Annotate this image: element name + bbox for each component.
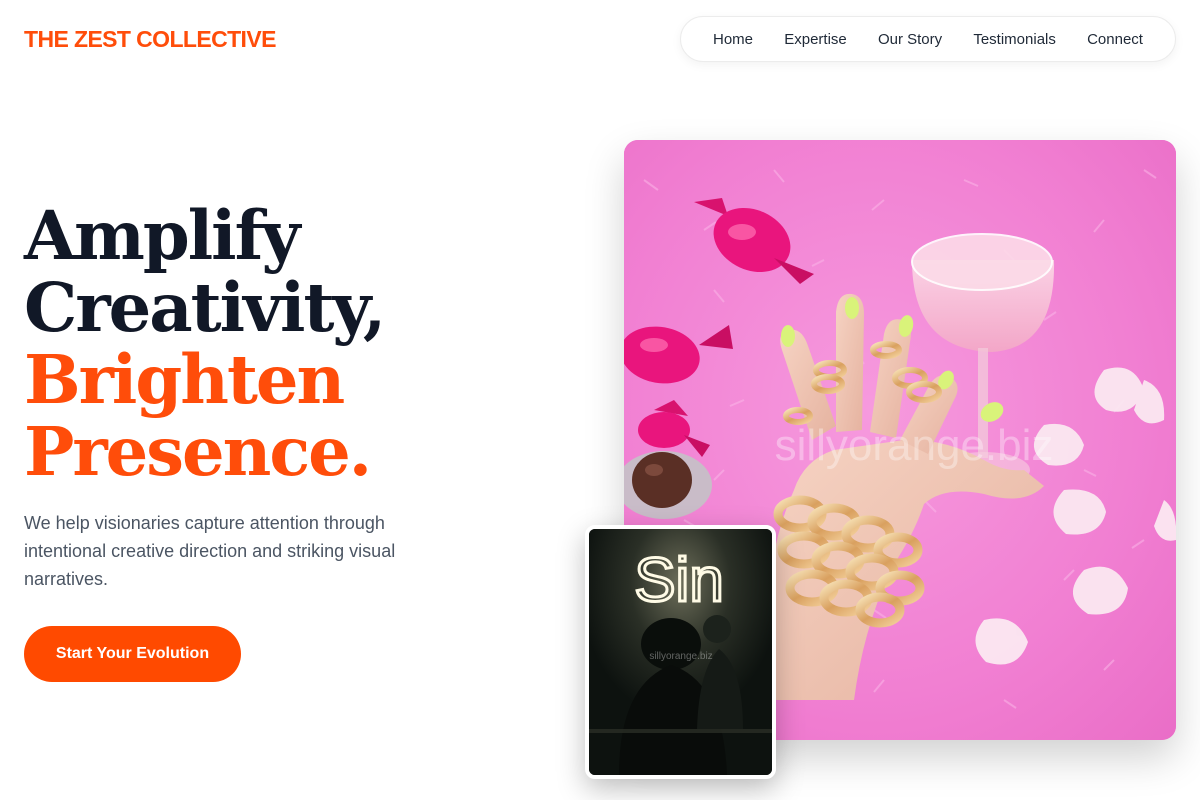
brand-logo[interactable]: THE ZEST COLLECTIVE — [24, 26, 276, 53]
headline-line-2: Creativity, — [24, 268, 386, 347]
hero-subtext: We help visionaries capture attention th… — [24, 513, 396, 589]
nav-link-our-story[interactable]: Our Story — [878, 31, 942, 48]
small-photo-watermark: sillyorange.biz — [649, 651, 712, 662]
nav-link-expertise[interactable]: Expertise — [784, 31, 847, 48]
nav-link-connect[interactable]: Connect — [1087, 31, 1143, 48]
nav-link-testimonials[interactable]: Testimonials — [973, 31, 1056, 48]
neon-sign-text: Sin — [634, 546, 724, 615]
headline-line-3: Brighten — [24, 340, 345, 419]
headline-line-4: Presence. — [24, 412, 372, 491]
secondary-photo: Sin sillyorange.biz — [585, 525, 776, 779]
main-photo-watermark: sillyorange.biz — [775, 421, 1054, 470]
nav-link-home[interactable]: Home — [713, 31, 753, 48]
landing-page: THE ZEST COLLECTIVE Home Expertise Our S… — [0, 0, 1200, 800]
hero-headline: Amplify Creativity, Brighten Presence. — [24, 200, 584, 488]
headline-line-1: Amplify — [24, 196, 300, 275]
main-nav: Home Expertise Our Story Testimonials Co… — [680, 16, 1176, 62]
start-evolution-button[interactable]: Start Your Evolution — [24, 626, 241, 682]
